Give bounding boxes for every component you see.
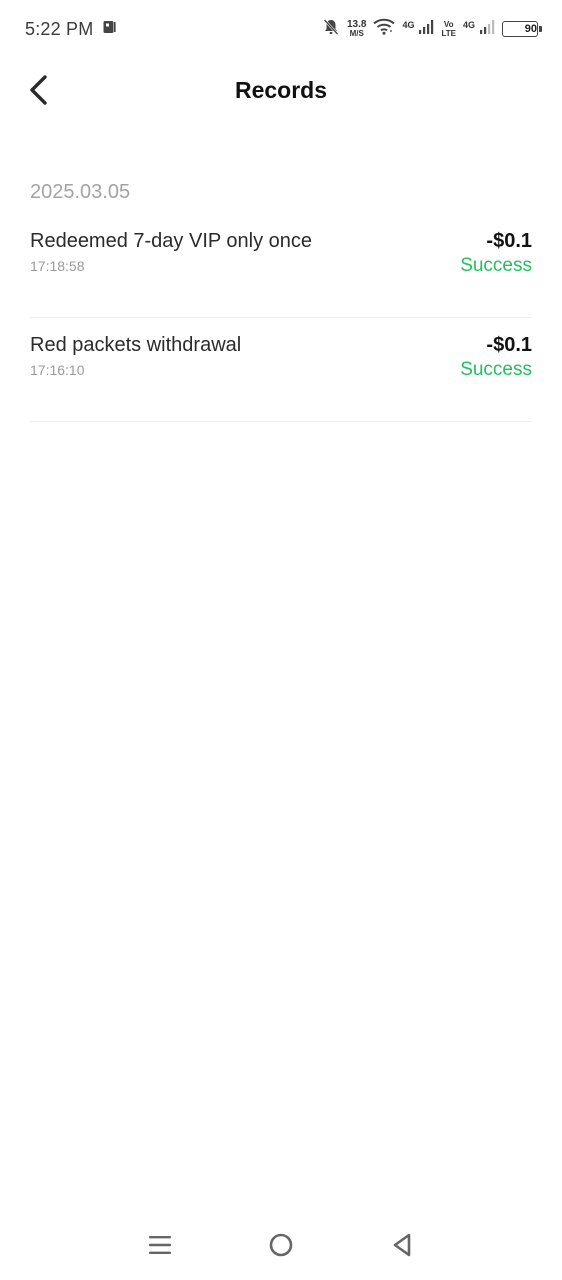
- volte-bottom: LTE: [441, 29, 456, 38]
- signal-icon: [479, 19, 495, 40]
- home-circle-icon: [269, 1233, 293, 1257]
- bell-muted-icon: [322, 18, 340, 41]
- status-time: 5:22 PM: [25, 18, 94, 39]
- app-notification-icon: [103, 20, 117, 39]
- record-right: -$0.1 Success: [460, 332, 532, 382]
- chevron-left-icon: [30, 75, 47, 105]
- net-speed: 13.8 M/S: [346, 19, 367, 39]
- records-screen: 5:22 PM 13.8 M/S 4G Vo LTE 4G 90 Records…: [0, 0, 562, 1280]
- record-amount: -$0.1: [486, 334, 532, 356]
- signal-icon: [418, 19, 434, 40]
- record-title: Red packets withdrawal: [30, 334, 242, 356]
- wifi-icon: [373, 18, 396, 40]
- menu-icon: [149, 1236, 172, 1254]
- volte-top: Vo: [443, 20, 454, 29]
- status-left: 5:22 PM: [25, 19, 117, 40]
- system-nav-bar: [0, 1210, 562, 1280]
- signal1-label: 4G: [402, 19, 415, 30]
- list-item[interactable]: Redeemed 7-day VIP only once 17:18:58 -$…: [30, 214, 532, 318]
- record-time: 17:18:58: [30, 258, 85, 274]
- record-amount: -$0.1: [486, 230, 532, 252]
- back-nav-button[interactable]: [380, 1223, 424, 1267]
- home-button[interactable]: [259, 1223, 303, 1267]
- record-status: Success: [460, 359, 532, 380]
- net-speed-unit: M/S: [349, 29, 364, 38]
- net-speed-value: 13.8: [346, 19, 367, 30]
- back-button[interactable]: [20, 72, 56, 108]
- record-time: 17:16:10: [30, 362, 85, 378]
- volte-label: Vo LTE: [441, 20, 456, 38]
- battery-level: 90: [524, 23, 537, 35]
- status-right: 13.8 M/S 4G Vo LTE 4G 90: [322, 18, 542, 41]
- battery-icon: 90: [502, 21, 542, 37]
- record-title: Redeemed 7-day VIP only once: [30, 230, 313, 252]
- app-header: Records: [0, 60, 562, 120]
- menu-button[interactable]: [138, 1223, 182, 1267]
- back-triangle-icon: [393, 1233, 410, 1257]
- date-label: 2025.03.05: [30, 181, 131, 203]
- records-list: 2025.03.05 Redeemed 7-day VIP only once …: [30, 170, 532, 422]
- page-title: Records: [234, 76, 328, 103]
- signal2-label: 4G: [462, 19, 475, 30]
- record-left: Redeemed 7-day VIP only once 17:18:58: [30, 228, 312, 274]
- record-right: -$0.1 Success: [460, 228, 532, 278]
- status-bar: 5:22 PM 13.8 M/S 4G Vo LTE 4G 90: [0, 0, 562, 58]
- record-status: Success: [460, 255, 532, 276]
- list-item[interactable]: Red packets withdrawal 17:16:10 -$0.1 Su…: [30, 318, 532, 422]
- record-left: Red packets withdrawal 17:16:10: [30, 332, 241, 378]
